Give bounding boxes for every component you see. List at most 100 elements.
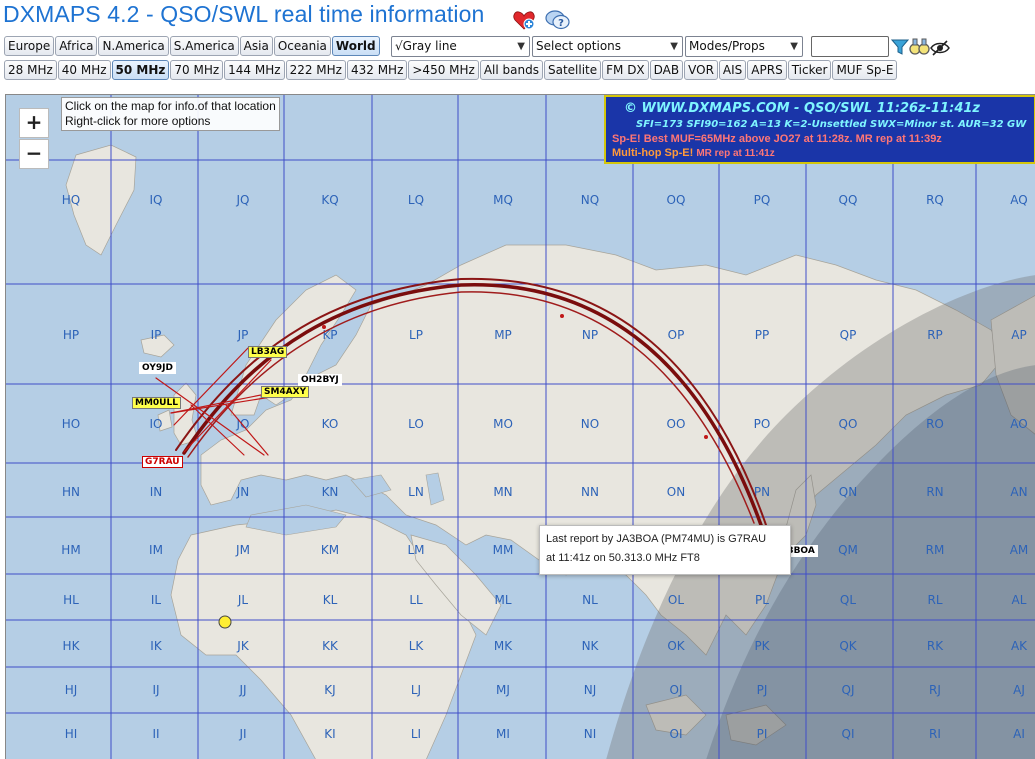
band-button-aprs[interactable]: APRS bbox=[747, 60, 787, 80]
band-button-432-mhz[interactable]: 432 MHz bbox=[346, 60, 408, 80]
grid-square-label: AK bbox=[1011, 639, 1028, 653]
grid-square-label: IL bbox=[151, 593, 162, 607]
grid-square-label: RL bbox=[927, 593, 942, 607]
region-button-s-america[interactable]: S.America bbox=[169, 36, 239, 56]
grid-square-label: JI bbox=[238, 727, 246, 741]
search-input[interactable] bbox=[811, 36, 889, 57]
station-label-mm0ull[interactable]: MM0ULL bbox=[132, 397, 181, 409]
dx-map[interactable]: HQ IQ JQ KQ LQ MQ NQ OQ PQ QQ RQ AQ HP IP JP KP LP MP NP OP… bbox=[5, 94, 1035, 759]
grid-square-label: RQ bbox=[926, 193, 944, 207]
grid-square-label: OK bbox=[667, 639, 685, 653]
station-label-oh2byj[interactable]: OH2BYJ bbox=[298, 374, 342, 386]
band-button-dab[interactable]: DAB bbox=[649, 60, 684, 80]
band-button-satellite[interactable]: Satellite bbox=[543, 60, 602, 80]
region-button-world[interactable]: World bbox=[331, 36, 380, 56]
zoom-in-button[interactable]: + bbox=[19, 108, 49, 138]
path-marker bbox=[322, 325, 326, 329]
binoculars-icon[interactable] bbox=[909, 37, 931, 61]
grid-square-label: NK bbox=[582, 639, 600, 653]
options-select[interactable]: Select options ▼ bbox=[532, 36, 683, 57]
grid-square-label: OO bbox=[667, 417, 686, 431]
grid-square-label: IM bbox=[149, 543, 163, 557]
heart-add-icon[interactable] bbox=[512, 8, 536, 32]
info-title: © WWW.DXMAPS.COM - QSO/SWL 11:26z-11:41z bbox=[624, 101, 980, 116]
grid-square-label: NP bbox=[582, 328, 598, 342]
region-buttons: Europe Africa N.America S.America Asia Oceani… bbox=[4, 36, 380, 56]
grid-square-label: RN bbox=[926, 485, 943, 499]
map-canvas[interactable]: HQ IQ JQ KQ LQ MQ NQ OQ PQ QQ RQ AQ HP IP JP KP LP MP NP OP… bbox=[6, 95, 1035, 759]
station-label-sm4axy[interactable]: SM4AXY bbox=[261, 386, 310, 398]
options-select-value: Select options bbox=[536, 39, 622, 53]
station-label-lb3ag[interactable]: LB3AG bbox=[248, 346, 288, 358]
subsolar-point-icon bbox=[218, 615, 232, 629]
band-button-fm-dx[interactable]: FM DX bbox=[602, 60, 649, 80]
band-button-all-bands[interactable]: All bands bbox=[479, 60, 543, 80]
grid-square-label: KP bbox=[322, 328, 337, 342]
grid-square-label: HJ bbox=[65, 683, 78, 697]
multihop-label: Multi-hop Sp-E! bbox=[612, 147, 694, 159]
grid-square-label: AP bbox=[1011, 328, 1026, 342]
band-button-144-mhz[interactable]: 144 MHz bbox=[224, 60, 285, 80]
band-button-28-mhz[interactable]: 28 MHz bbox=[4, 60, 57, 80]
band-button-vor[interactable]: VOR bbox=[684, 60, 718, 80]
grid-square-label: NL bbox=[582, 593, 598, 607]
grid-square-label: OI bbox=[670, 727, 683, 741]
path-marker bbox=[560, 314, 564, 318]
report-popup: Last report by JA3BOA (PM74MU) is G7RAU … bbox=[539, 525, 791, 575]
filter-icon[interactable] bbox=[890, 38, 910, 60]
band-button-40-mhz[interactable]: 40 MHz bbox=[57, 60, 111, 80]
grid-square-label: JP bbox=[237, 328, 249, 342]
grid-square-label: JM bbox=[235, 543, 250, 557]
grid-square-label: IN bbox=[150, 485, 163, 499]
band-button-222-mhz[interactable]: 222 MHz bbox=[285, 60, 346, 80]
region-button-africa[interactable]: Africa bbox=[55, 36, 98, 56]
grid-square-label: KJ bbox=[324, 683, 335, 697]
grid-square-label: LJ bbox=[411, 683, 421, 697]
grid-square-label: JL bbox=[237, 593, 249, 607]
station-label-oy9jd[interactable]: OY9JD bbox=[139, 362, 176, 374]
grid-square-label: QL bbox=[840, 593, 856, 607]
grid-square-label: MI bbox=[496, 727, 510, 741]
report-line1: Last report by JA3BOA (PM74MU) is G7RAU bbox=[546, 533, 767, 545]
chevron-down-icon: ▼ bbox=[670, 41, 678, 52]
grid-square-label: HO bbox=[62, 417, 80, 431]
grid-square-label: OL bbox=[668, 593, 684, 607]
modes-select[interactable]: Modes/Props ▼ bbox=[685, 36, 803, 57]
overlay-select[interactable]: √Gray line ▼ bbox=[391, 36, 530, 57]
band-button-450-mhz[interactable]: >450 MHz bbox=[408, 60, 479, 80]
band-button-muf-sp-e[interactable]: MUF Sp-E bbox=[832, 60, 898, 80]
grid-square-label: AJ bbox=[1013, 683, 1025, 697]
grid-square-label: NI bbox=[584, 727, 597, 741]
grid-square-label: LM bbox=[407, 543, 424, 557]
grid-square-label: OQ bbox=[667, 193, 686, 207]
grid-square-label: RO bbox=[926, 417, 944, 431]
station-label-g7rau[interactable]: G7RAU bbox=[142, 456, 183, 468]
band-button-ais[interactable]: AIS bbox=[718, 60, 747, 80]
report-line2: at 11:41z on 50.313.0 MHz FT8 bbox=[546, 552, 700, 564]
eye-hidden-icon[interactable] bbox=[930, 40, 950, 60]
grid-square-label: RI bbox=[929, 727, 941, 741]
modes-select-value: Modes/Props bbox=[689, 39, 765, 53]
zoom-out-button[interactable]: − bbox=[19, 139, 49, 169]
region-button-europe[interactable]: Europe bbox=[4, 36, 55, 56]
band-button-70-mhz[interactable]: 70 MHz bbox=[170, 60, 224, 80]
overlay-select-value: √Gray line bbox=[395, 39, 457, 53]
region-button-asia[interactable]: Asia bbox=[239, 36, 273, 56]
svg-text:?: ? bbox=[558, 18, 564, 29]
grid-square-label: AI bbox=[1013, 727, 1025, 741]
grid-square-label: LN bbox=[408, 485, 424, 499]
grid-square-label: JN bbox=[236, 485, 250, 499]
grid-square-label: ON bbox=[667, 485, 685, 499]
info-solar-data: SFI=173 SFI90=162 A=13 K=2-Unsettled SWX… bbox=[636, 119, 1027, 130]
grid-square-label: IJ bbox=[152, 683, 159, 697]
band-button-50-mhz[interactable]: 50 MHz bbox=[111, 60, 170, 80]
grid-square-label: QQ bbox=[839, 193, 858, 207]
chat-bubbles-icon[interactable]: ? bbox=[545, 8, 570, 32]
region-button-n-america[interactable]: N.America bbox=[98, 36, 169, 56]
grid-square-label: KM bbox=[321, 543, 339, 557]
grid-square-label: OP bbox=[668, 328, 685, 342]
grid-square-label: KL bbox=[323, 593, 338, 607]
grid-square-label: AN bbox=[1010, 485, 1027, 499]
band-button-ticker[interactable]: Ticker bbox=[787, 60, 832, 80]
region-button-oceania[interactable]: Oceania bbox=[273, 36, 331, 56]
